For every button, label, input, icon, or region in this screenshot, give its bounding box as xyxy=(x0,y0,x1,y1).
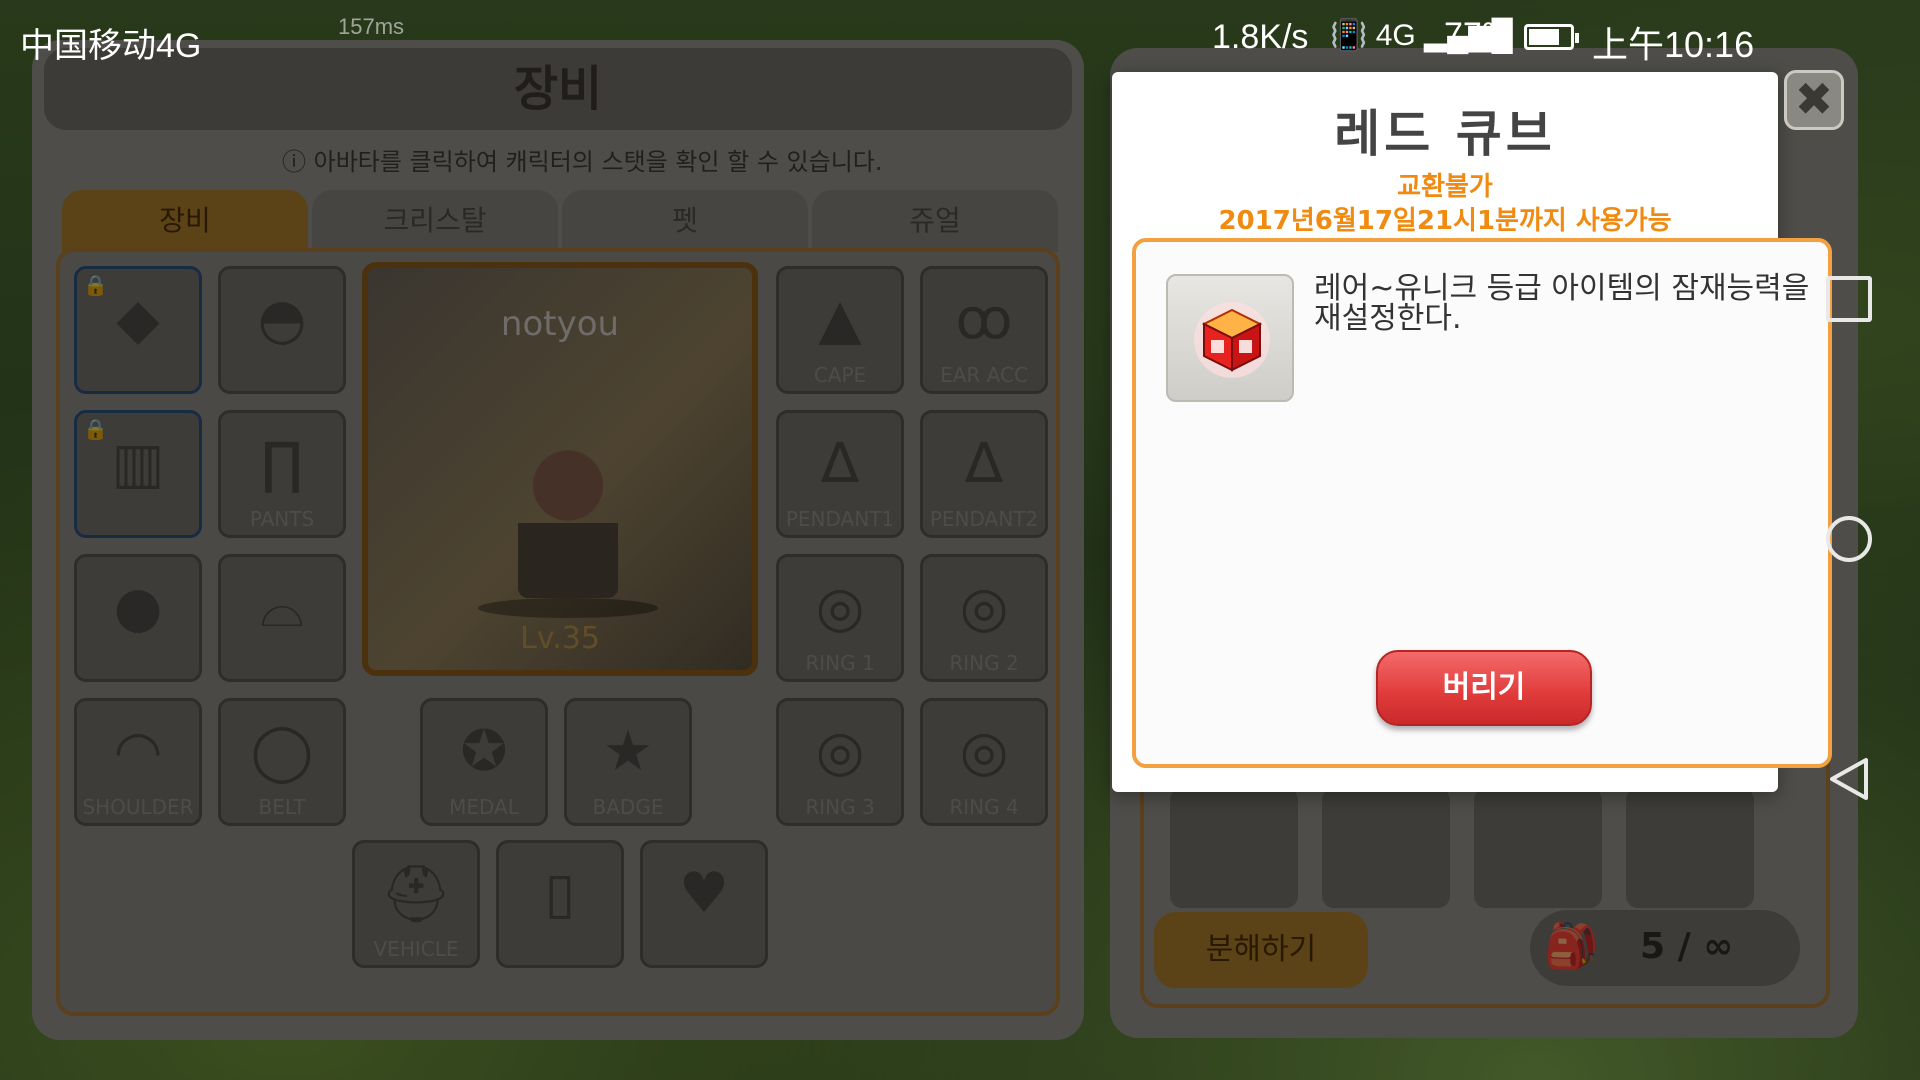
red-cube-icon xyxy=(1194,302,1270,378)
dialog-body: 레어~유니크 등급 아이템의 잠재능력을 재설정한다. 버리기 xyxy=(1132,238,1832,768)
battery-percent: 77% xyxy=(1444,16,1513,54)
discard-button[interactable]: 버리기 xyxy=(1376,650,1592,726)
recent-apps-button[interactable] xyxy=(1826,276,1872,322)
item-icon-box xyxy=(1166,274,1294,402)
close-button[interactable]: ✖ xyxy=(1784,70,1844,130)
ping-readout: 157ms xyxy=(338,14,405,39)
back-button[interactable] xyxy=(1826,756,1872,802)
dialog-title: 레드 큐브 xyxy=(1334,105,1556,163)
carrier-name: 中国移动4G xyxy=(20,27,202,65)
item-description: 레어~유니크 등급 아이템의 잠재능력을 재설정한다. xyxy=(1314,271,1810,336)
battery-icon xyxy=(1524,24,1579,50)
network-speed: 1.8K/s xyxy=(1212,18,1309,56)
trade-status: 교환불가 xyxy=(1397,172,1493,202)
clock: 上午10:16 xyxy=(1592,24,1755,65)
status-bar: 中国移动4G 157ms 1.8K/s 📳 4G ▂▄▆█ 77% 上午10:1… xyxy=(0,0,1920,72)
item-dialog: 레드 큐브 교환불가 2017년6월17일21시1분까지 사용가능 레어~유니크… xyxy=(1112,72,1832,792)
expiry-text: 2017년6월17일21시1분까지 사용가능 xyxy=(1218,206,1672,236)
home-button[interactable] xyxy=(1826,516,1872,562)
